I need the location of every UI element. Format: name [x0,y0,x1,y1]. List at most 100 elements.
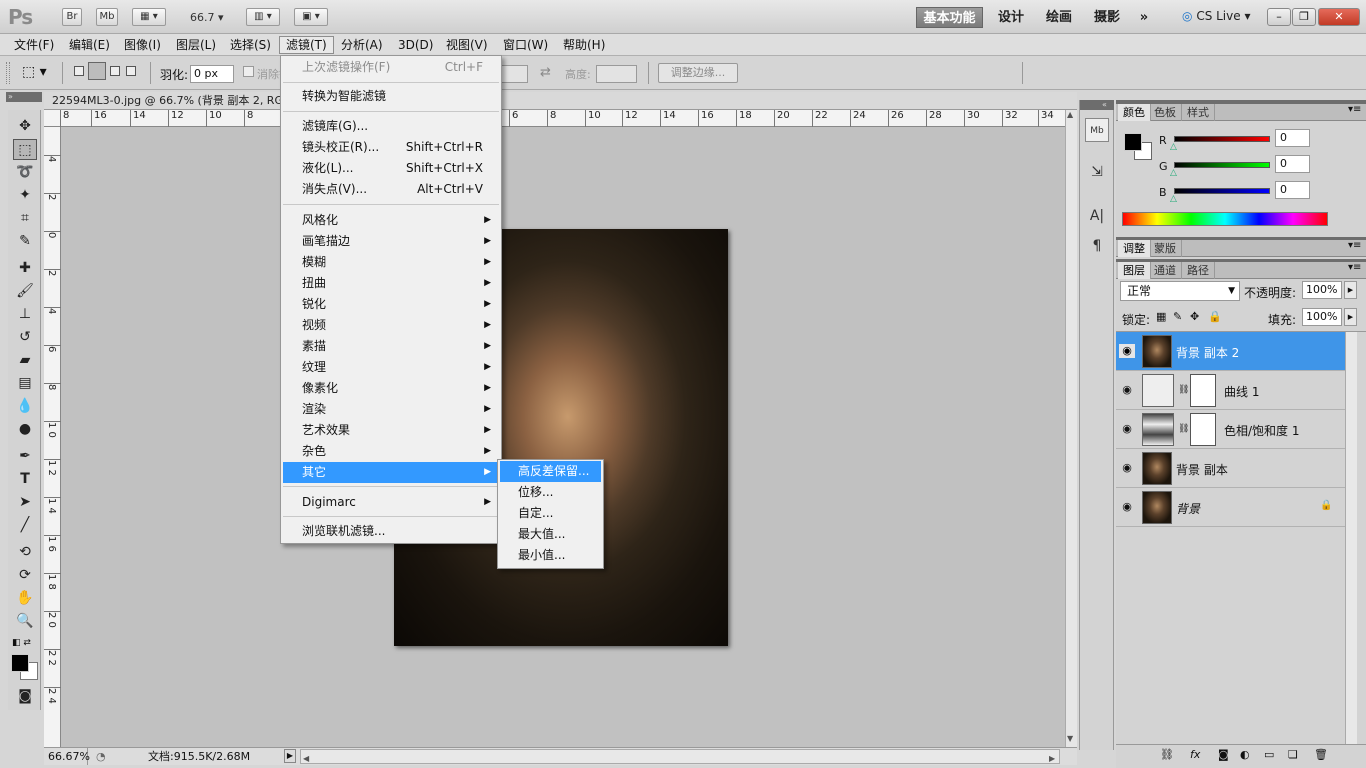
layer-row[interactable]: ◉ 背景 副本 [1116,449,1345,488]
cs-live-button[interactable]: ◎ CS Live ▾ [1182,9,1250,23]
path-selection-tool-icon[interactable]: ➤ [13,492,37,513]
menu-item-convert-smart-filter[interactable]: 转换为智能滤镜 [283,86,499,107]
layer-mask-thumbnail[interactable] [1190,413,1216,446]
menu-item-browse-online[interactable]: 浏览联机滤镜... [283,521,499,542]
tab-channels[interactable]: 通道 [1149,262,1182,279]
tab-layers[interactable]: 图层 [1118,262,1151,279]
new-selection-icon[interactable] [74,66,84,76]
zoom-tool-icon[interactable]: 🔍 [13,611,37,632]
menu-item-stylize[interactable]: 风格化 ▶ [283,210,499,231]
tab-adjustments[interactable]: 调整 [1118,240,1151,257]
clone-stamp-tool-icon[interactable]: ⊥ [13,304,37,325]
zoom-level-dropdown[interactable]: 66.7 ▾ [190,11,224,24]
intersect-selection-icon[interactable] [126,66,136,76]
menu-view[interactable]: 视图(V) [440,36,494,54]
document-tab[interactable]: 22594ML3-0.jpg @ 66.7% (背景 副本 2, RGB/8) … [44,92,1077,110]
bridge-button[interactable]: Br [62,8,82,26]
default-colors-icon[interactable]: ◧ ⇄ [12,638,31,648]
panel-menu-icon[interactable]: ▾≡ [1348,262,1361,273]
fill-slider-arrow-icon[interactable]: ▶ [1344,308,1357,326]
blue-slider-handle-icon[interactable]: △ [1170,194,1177,204]
blue-value-input[interactable]: 0 [1275,181,1310,199]
history-panel-icon[interactable]: ⇲ [1085,160,1109,184]
layer-name[interactable]: 背景 副本 2 [1176,344,1239,361]
menu-select[interactable]: 选择(S) [224,36,277,54]
status-menu-arrow-icon[interactable]: ▶ [284,749,296,763]
new-group-icon[interactable]: ▭ [1264,748,1274,761]
restore-button[interactable]: ❐ [1292,8,1316,26]
layer-row[interactable]: ◉ ⛓ 曲线 1 [1116,371,1345,410]
hand-tool-icon[interactable]: ✋ [13,588,37,609]
status-info-icon[interactable]: ◔ [96,748,106,765]
menu-item-high-pass[interactable]: 高反差保留... [500,461,601,482]
lock-position-icon[interactable]: ✥ [1190,310,1199,323]
blur-tool-icon[interactable]: 💧 [13,396,37,417]
visibility-eye-icon[interactable]: ◉ [1119,500,1135,514]
menu-item-artistic[interactable]: 艺术效果 ▶ [283,420,499,441]
vertical-scrollbar[interactable]: ▲ ▼ [1065,110,1077,747]
opacity-input[interactable]: 100% [1302,281,1342,299]
screen-mode-button[interactable]: ▣ ▾ [294,8,328,26]
marquee-tool-icon[interactable]: ⬚ [13,139,37,160]
paragraph-panel-icon[interactable]: ¶ [1085,234,1109,258]
menu-item-brush-strokes[interactable]: 画笔描边 ▶ [283,231,499,252]
panel-menu-icon[interactable]: ▾≡ [1348,240,1361,251]
menu-file[interactable]: 文件(F) [8,36,60,54]
quick-mask-icon[interactable]: ◙ [13,686,37,707]
red-value-input[interactable]: 0 [1275,129,1310,147]
height-input[interactable] [596,65,637,83]
layer-name[interactable]: 背景 [1176,500,1200,517]
visibility-eye-icon[interactable]: ◉ [1119,344,1135,358]
add-selection-icon[interactable] [88,62,106,80]
menu-item-sharpen[interactable]: 锐化 ▶ [283,294,499,315]
new-layer-icon[interactable]: ❏ [1288,748,1298,761]
visibility-eye-icon[interactable]: ◉ [1119,461,1135,475]
tab-color[interactable]: 颜色 [1118,104,1151,121]
minimize-button[interactable]: – [1267,8,1291,26]
layer-mask-thumbnail[interactable] [1190,374,1216,407]
ruler-origin[interactable] [44,110,61,127]
menu-item-digimarc[interactable]: Digimarc ▶ [283,492,499,513]
layer-name[interactable]: 色相/饱和度 1 [1224,422,1300,439]
dock-collapse-icon[interactable]: « [1080,100,1114,110]
swap-icon[interactable]: ⇄ [540,65,551,80]
brush-tool-icon[interactable]: 🖌 [13,281,37,302]
adjustment-layer-icon[interactable]: ◐ [1240,748,1250,761]
menu-item-vanishing-point[interactable]: 消失点(V)... Alt+Ctrl+V [283,179,499,200]
layer-name[interactable]: 背景 副本 [1176,461,1228,478]
menu-image[interactable]: 图像(I) [118,36,167,54]
antialias-checkbox[interactable] [243,66,254,77]
color-foreground-swatch[interactable] [1124,133,1142,151]
foreground-color-swatch[interactable] [11,654,29,672]
menu-help[interactable]: 帮助(H) [557,36,611,54]
scroll-right-icon[interactable]: ▶ [1049,750,1055,767]
chain-link-icon[interactable]: ⛓ [1178,424,1189,434]
menu-filter[interactable]: 滤镜(T) [279,36,334,54]
line-tool-icon[interactable]: ╱ [13,515,37,536]
close-button[interactable]: ✕ [1318,8,1360,26]
menu-item-offset[interactable]: 位移... [500,482,601,503]
zoom-percent-field[interactable]: 66.67% [46,748,90,765]
red-slider-handle-icon[interactable]: △ [1170,142,1177,152]
tab-masks[interactable]: 蒙版 [1149,240,1182,257]
scroll-left-icon[interactable]: ◀ [303,750,309,767]
menu-item-blur[interactable]: 模糊 ▶ [283,252,499,273]
chain-link-icon[interactable]: ⛓ [1178,385,1189,395]
crop-tool-icon[interactable]: ⌗ [13,208,37,229]
refine-edge-button[interactable]: 调整边缘... [658,63,738,83]
tab-paths[interactable]: 路径 [1182,262,1215,279]
workspace-design-button[interactable]: 设计 [992,7,1030,28]
view-extras-button[interactable]: ▦ ▾ [132,8,166,26]
workspace-photography-button[interactable]: 摄影 [1088,7,1126,28]
marquee-preset-icon[interactable]: ⬚ ▾ [22,64,47,80]
menu-item-filter-gallery[interactable]: 滤镜库(G)... [283,116,499,137]
3d-rotate-tool-icon[interactable]: ⟲ [13,542,37,563]
workspace-painting-button[interactable]: 绘画 [1040,7,1078,28]
color-spectrum-bar[interactable] [1122,212,1328,226]
menu-item-render[interactable]: 渲染 ▶ [283,399,499,420]
menu-item-custom[interactable]: 自定... [500,503,601,524]
lock-image-icon[interactable]: ✎ [1173,310,1182,323]
healing-brush-tool-icon[interactable]: ✚ [13,258,37,279]
options-grip[interactable] [6,62,10,84]
lock-transparent-icon[interactable]: ▦ [1156,310,1166,323]
